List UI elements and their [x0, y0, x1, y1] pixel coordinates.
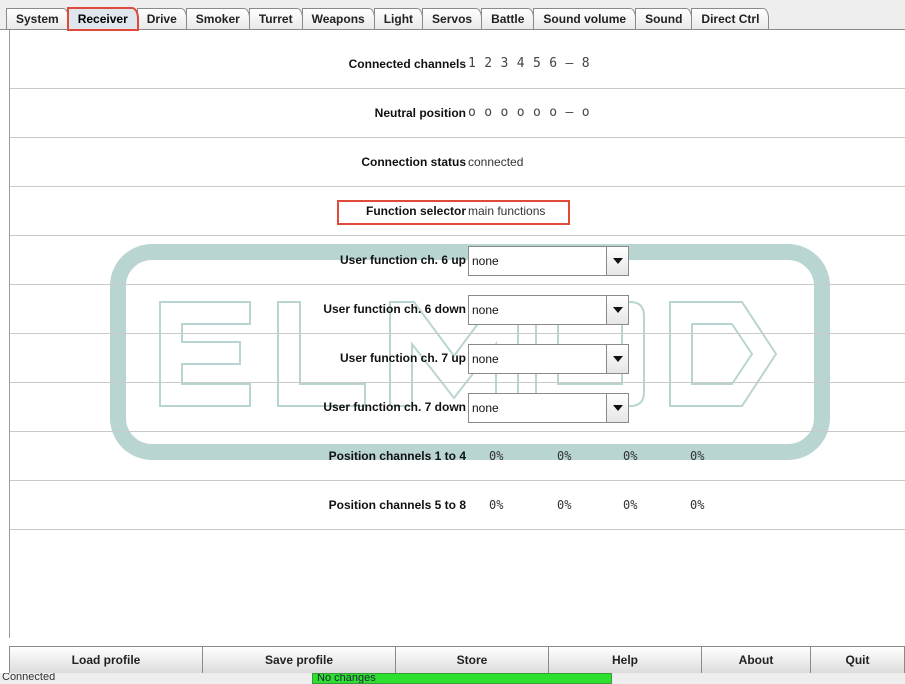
combo-value: none — [472, 254, 499, 268]
tab-battle[interactable]: Battle — [481, 8, 535, 30]
position-ch1-value: 0% — [489, 449, 504, 463]
function-selector-value: main functions — [468, 204, 546, 218]
position-ch5-value: 0% — [489, 498, 504, 512]
row-position-channels-1-4: Position channels 1 to 4 0% 0% 0% 0% — [10, 432, 905, 481]
tab-system[interactable]: System — [6, 8, 69, 30]
position-ch8-value: 0% — [690, 498, 705, 512]
tab-list: System Receiver Drive Smoker Turret Weap… — [6, 7, 770, 31]
tab-drive[interactable]: Drive — [136, 8, 187, 30]
connection-status-label: Connection status — [361, 155, 466, 169]
row-user-function-ch7-down: User function ch. 7 down none — [10, 383, 905, 432]
status-bar: Connected No changes — [0, 673, 905, 684]
connected-channels-label: Connected channels — [348, 57, 466, 71]
changes-status-indicator: No changes — [312, 673, 612, 684]
dropdown-arrow-icon[interactable] — [606, 247, 628, 275]
dropdown-arrow-icon[interactable] — [606, 394, 628, 422]
user-function-ch6-up-select[interactable]: none — [468, 246, 629, 276]
tab-sound[interactable]: Sound — [635, 8, 693, 30]
dropdown-arrow-icon[interactable] — [606, 345, 628, 373]
save-profile-button[interactable]: Save profile — [202, 647, 396, 674]
help-button[interactable]: Help — [548, 647, 702, 674]
row-connection-status: Connection status connected — [10, 138, 905, 187]
function-selector-label: Function selector — [365, 204, 466, 218]
row-position-channels-5-8: Position channels 5 to 8 0% 0% 0% 0% — [10, 481, 905, 530]
position-channels-5-8-label: Position channels 5 to 8 — [328, 498, 466, 512]
user-function-ch6-up-label: User function ch. 6 up — [339, 253, 466, 267]
tab-turret[interactable]: Turret — [248, 8, 303, 30]
position-ch6-value: 0% — [557, 498, 572, 512]
tab-servos[interactable]: Servos — [422, 8, 483, 30]
user-function-ch7-down-label: User function ch. 7 down — [323, 400, 466, 414]
neutral-position-label: Neutral position — [374, 106, 466, 120]
user-function-ch7-up-select[interactable]: none — [468, 344, 629, 374]
app-window: System Receiver Drive Smoker Turret Weap… — [0, 0, 905, 684]
user-function-ch7-up-label: User function ch. 7 up — [339, 351, 466, 365]
row-function-selector: Function selector main functions — [10, 187, 905, 236]
neutral-position-value: o o o o o o – o — [468, 105, 590, 120]
tab-light[interactable]: Light — [373, 8, 424, 30]
store-button[interactable]: Store — [395, 647, 549, 674]
combo-value: none — [472, 303, 499, 317]
position-channels-1-4-label: Position channels 1 to 4 — [328, 449, 466, 463]
dropdown-arrow-icon[interactable] — [606, 296, 628, 324]
position-ch4-value: 0% — [690, 449, 705, 463]
tab-sound-volume[interactable]: Sound volume — [533, 8, 637, 30]
position-ch3-value: 0% — [623, 449, 638, 463]
user-function-ch6-down-select[interactable]: none — [468, 295, 629, 325]
connection-status-value: connected — [468, 155, 524, 169]
row-neutral-position: Neutral position o o o o o o – o — [10, 89, 905, 138]
tab-receiver[interactable]: Receiver — [66, 7, 139, 31]
tab-weapons[interactable]: Weapons — [301, 8, 375, 30]
row-user-function-ch6-down: User function ch. 6 down none — [10, 285, 905, 334]
row-user-function-ch7-up: User function ch. 7 up none — [10, 334, 905, 383]
user-function-ch7-down-select[interactable]: none — [468, 393, 629, 423]
combo-value: none — [472, 352, 499, 366]
connection-status-text: Connected — [2, 673, 56, 683]
receiver-panel: Connected channels 1 2 3 4 5 6 – 8 Neutr… — [9, 30, 905, 638]
button-bar: Load profile Save profile Store Help Abo… — [9, 646, 905, 674]
row-connected-channels: Connected channels 1 2 3 4 5 6 – 8 — [10, 40, 905, 89]
user-function-ch6-down-label: User function ch. 6 down — [323, 302, 466, 316]
quit-button[interactable]: Quit — [810, 647, 905, 674]
tab-smoker[interactable]: Smoker — [185, 8, 250, 30]
about-button[interactable]: About — [701, 647, 811, 674]
position-ch7-value: 0% — [623, 498, 638, 512]
connected-channels-value: 1 2 3 4 5 6 – 8 — [468, 56, 590, 71]
tab-bar: System Receiver Drive Smoker Turret Weap… — [0, 0, 905, 31]
load-profile-button[interactable]: Load profile — [9, 647, 203, 674]
row-user-function-ch6-up: User function ch. 6 up none — [10, 236, 905, 285]
tab-direct-ctrl[interactable]: Direct Ctrl — [691, 8, 770, 30]
combo-value: none — [472, 401, 499, 415]
position-ch2-value: 0% — [557, 449, 572, 463]
